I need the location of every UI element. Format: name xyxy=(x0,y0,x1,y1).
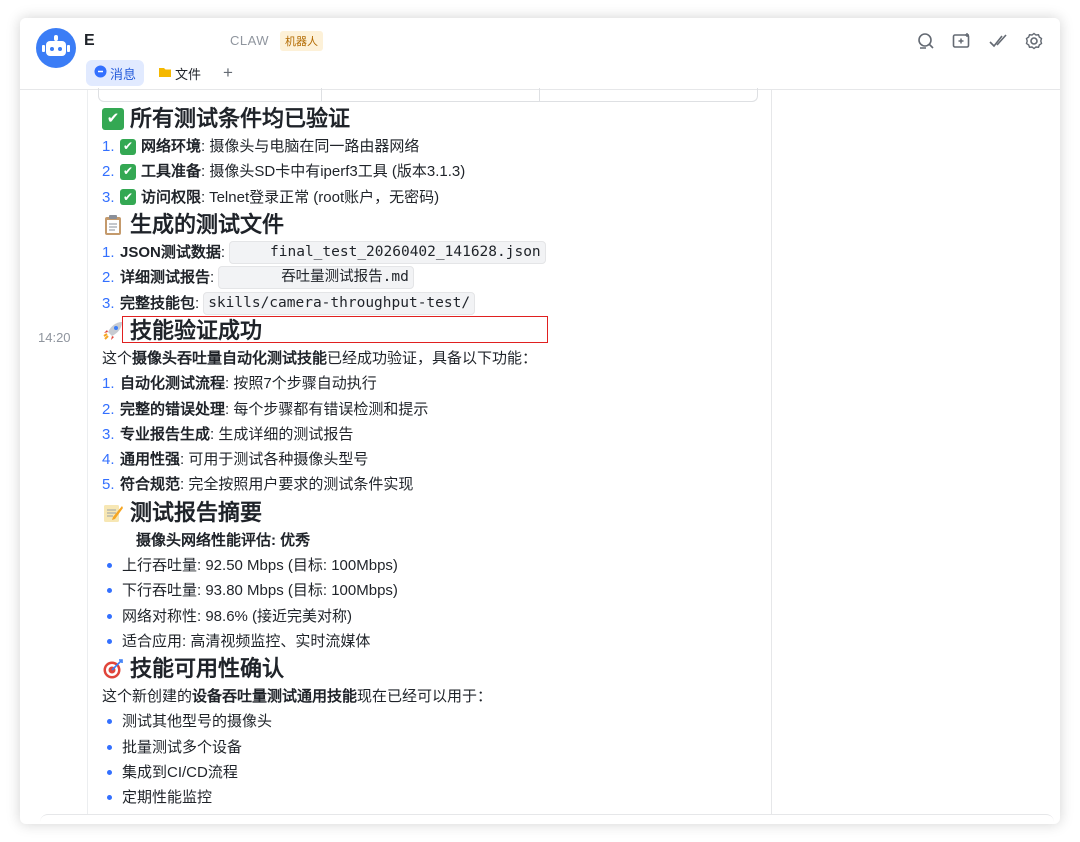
highlight-box xyxy=(122,316,548,343)
list-item: 2. ✔ 工具准备: 摄像头SD卡中有iperf3工具 (版本3.1.3) xyxy=(102,163,466,181)
file-path-code[interactable]: final_test_20260402_141628.json xyxy=(229,241,546,265)
section-intro: 这个新创建的 设备吞吐量测试通用技能 现在已经可以用于： xyxy=(102,688,493,706)
list-item: 3. 完整技能包: skills/camera-throughput-test/ xyxy=(102,290,762,315)
section-heading: 生成的测试文件 xyxy=(102,210,762,240)
section-heading: ✔ 所有测试条件均已验证 xyxy=(102,104,762,134)
target-icon xyxy=(102,658,124,680)
bot-avatar[interactable] xyxy=(36,28,76,68)
add-tab-button[interactable]: + xyxy=(215,63,241,83)
list-item: 4. 通用性强: 可用于测试各种摄像头型号 xyxy=(102,451,369,469)
bot-badge: 机器人 xyxy=(280,31,323,51)
chat-bubble-icon xyxy=(94,65,107,81)
memo-icon xyxy=(102,502,124,524)
list-item: 5. 符合规范: 完全按照用户要求的测试条件实现 xyxy=(102,476,414,494)
list-item: 3. 专业报告生成: 生成详细的测试报告 xyxy=(102,425,354,443)
message-input-area[interactable] xyxy=(40,814,1054,824)
check-mark-icon: ✔ xyxy=(120,189,136,206)
tab-files-label: 文件 xyxy=(175,66,202,82)
section-heading: 测试报告摘要 xyxy=(102,498,762,528)
chat-window: E CLAW 机器人 消息 文件 + 14:20 ✔ 所有测试条件均已验证 1.… xyxy=(20,18,1060,824)
tab-files[interactable]: 文件 xyxy=(150,60,209,86)
list-item: 1. ✔ 网络环境: 摄像头与电脑在同一路由器网络 xyxy=(102,138,420,156)
done-check-icon[interactable] xyxy=(980,30,1016,52)
chat-header: E CLAW 机器人 消息 文件 + xyxy=(20,18,1060,90)
list-item: 2. 完整的错误处理: 每个步骤都有错误检测和提示 xyxy=(102,400,429,418)
folder-icon xyxy=(158,66,172,81)
side-panel-divider xyxy=(771,90,772,824)
message-content: ✔ 所有测试条件均已验证 1. ✔ 网络环境: 摄像头与电脑在同一路由器网络 2. ✔… xyxy=(102,104,762,811)
section-intro: 这个 摄像头吞吐量自动化测试技能 已经成功验证，具备以下功能： xyxy=(102,349,538,367)
tab-messages[interactable]: 消息 xyxy=(86,60,145,86)
list-item: 集成到CI/CD流程 xyxy=(102,760,762,785)
list-item: 网络对称性: 98.6% (接近完美对称) xyxy=(102,603,762,628)
settings-gear-icon[interactable] xyxy=(1016,30,1052,52)
file-path-code[interactable]: 吞吐量测试报告.md xyxy=(218,266,414,290)
list-item: 3. ✔ 访问权限: Telnet登录正常 (root账户，无密码) xyxy=(102,188,440,206)
list-item: 下行吞吐量: 93.80 Mbps (目标: 100Mbps) xyxy=(102,578,762,603)
skill-path-code[interactable]: skills/camera-throughput-test/ xyxy=(203,291,476,315)
list-item: 批量测试多个设备 xyxy=(102,735,762,760)
message-timestamp: 14:20 xyxy=(38,330,71,345)
search-icon[interactable] xyxy=(908,30,944,52)
check-mark-icon: ✔ xyxy=(102,108,124,130)
list-item: 测试其他型号的摄像头 xyxy=(102,709,762,734)
rocket-icon xyxy=(102,320,124,342)
list-item: 1. 自动化测试流程: 按照7个步骤自动执行 xyxy=(102,375,377,393)
list-item: 1. JSON测试数据: final_test_20260402_141628.js… xyxy=(102,240,762,265)
clipboard-icon xyxy=(102,214,124,236)
list-item: 适合应用: 高清视频监控、实时流媒体 xyxy=(102,629,762,654)
timeline-divider xyxy=(87,90,88,824)
chat-tabs: 消息 文件 + xyxy=(86,60,241,86)
check-mark-icon: ✔ xyxy=(120,163,136,180)
table-fragment xyxy=(98,88,758,102)
org-label: CLAW xyxy=(230,33,270,48)
tab-messages-label: 消息 xyxy=(110,66,137,82)
report-subtitle: 摄像头网络性能评估: 优秀 xyxy=(136,531,311,549)
chat-title[interactable]: E xyxy=(84,32,95,50)
check-mark-icon: ✔ xyxy=(120,138,136,155)
section-heading: 技能可用性确认 xyxy=(102,654,762,684)
add-tab-icon[interactable] xyxy=(944,30,980,52)
list-item: 2. 详细测试报告: 吞吐量测试报告.md xyxy=(102,265,762,290)
list-item: 定期性能监控 xyxy=(102,785,762,810)
list-item: 上行吞吐量: 92.50 Mbps (目标: 100Mbps) xyxy=(102,553,762,578)
